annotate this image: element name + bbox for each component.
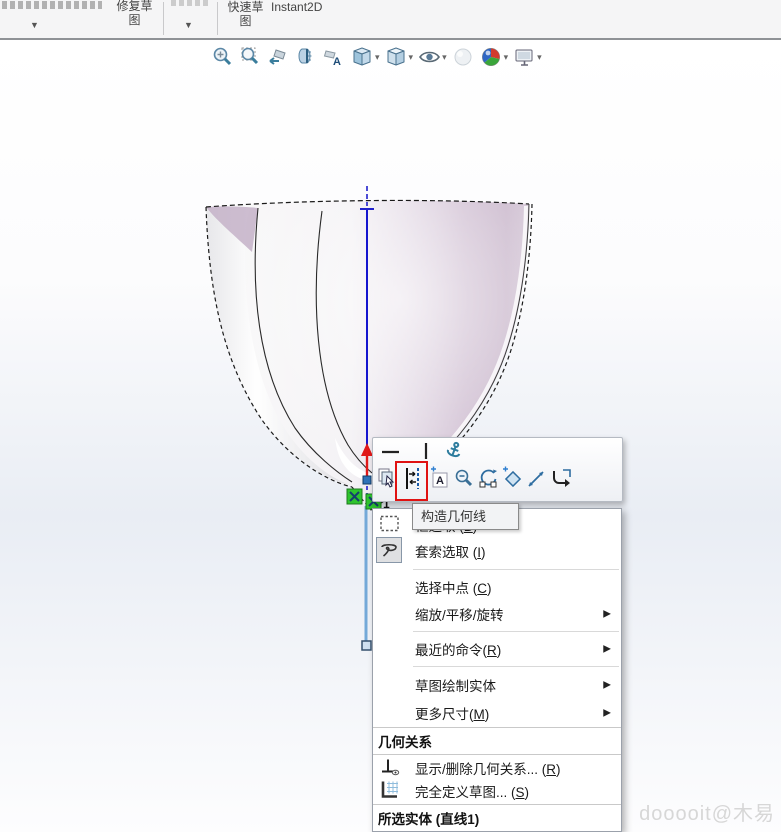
view-settings-button[interactable]: ▾ — [512, 45, 543, 70]
replace-entity-button[interactable] — [477, 466, 500, 497]
ribbon-bottom-border — [0, 38, 781, 40]
note-button[interactable]: A — [428, 466, 451, 497]
menu-item-sketch-entities[interactable]: 草图绘制实体 ▶ — [373, 671, 621, 698]
section-view-icon — [298, 48, 312, 64]
ribbon-clipped-mid-button[interactable]: ▼ — [166, 0, 215, 38]
box-select-icon — [379, 513, 401, 536]
zoom-to-fit-button[interactable] — [210, 45, 235, 70]
dimension-icon — [528, 471, 544, 487]
hide-show-items-button[interactable]: ▾ — [417, 45, 448, 70]
rapid-sketch-label-line1: 快速草 — [227, 0, 264, 14]
chevron-down-icon[interactable]: ▾ — [442, 52, 447, 63]
ribbon-strip: ▼ 修复草 图 ▼ 快速草 图 Instant2D — [0, 0, 781, 38]
view-orientation-button[interactable]: ▾ — [350, 45, 381, 70]
sketch-pattern-button[interactable] — [501, 466, 524, 497]
magnifier-minus-icon — [455, 469, 473, 487]
menu-separator — [413, 631, 619, 632]
appearance-sphere-icon — [454, 48, 472, 66]
chevron-down-icon[interactable]: ▼ — [184, 20, 193, 30]
chevron-down-icon[interactable]: ▾ — [409, 52, 414, 63]
ribbon-clipped-left-button[interactable]: ▼ — [0, 0, 106, 38]
annotation-view-icon: A — [323, 50, 341, 68]
submenu-arrow-icon: ▶ — [603, 707, 611, 718]
menu-item-display-delete-relations[interactable]: 显示/删除几何关系... (R) — [373, 756, 621, 779]
edit-appearance-button[interactable] — [451, 45, 476, 70]
svg-text:A: A — [333, 56, 341, 68]
context-menu: 框选取 (B) 套索选取 (I) 选择中点 (C) 缩放/平移/旋转 ▶ 最近的… — [372, 508, 622, 832]
menu-header-selected-entity: 所选实体 (直线1) — [378, 812, 480, 827]
highlight-box — [395, 461, 428, 501]
menu-item-zoom-pan-rotate[interactable]: 缩放/平移/旋转 ▶ — [373, 600, 621, 627]
instant2d-label: Instant2D — [271, 0, 323, 14]
menu-item-more-dimensions[interactable]: 更多尺寸(M) ▶ — [373, 699, 621, 726]
chevron-down-icon[interactable]: ▾ — [504, 52, 509, 63]
menu-item-lasso-select[interactable]: 套索选取 (I) — [373, 537, 621, 565]
heads-up-toolbar: A ▾ ▾ ▾ ▾ ▾ — [210, 44, 543, 71]
submenu-arrow-icon: ▶ — [603, 608, 611, 619]
menu-item-select-midpoint[interactable]: 选择中点 (C) — [373, 573, 621, 600]
view-orientation-icon — [353, 47, 371, 66]
replace-entity-icon — [479, 469, 497, 488]
magnified-selection-button[interactable] — [453, 466, 476, 497]
ribbon-separator — [217, 2, 218, 35]
menu-separator — [373, 754, 621, 755]
scene-ball-icon — [481, 48, 500, 66]
display-style-button[interactable]: ▾ — [384, 45, 415, 70]
display-delete-relations-icon — [379, 756, 401, 779]
menu-header-relations: 几何关系 — [378, 735, 432, 750]
rapid-sketch-label-line2: 图 — [239, 14, 252, 28]
ribbon-rapid-sketch-button[interactable]: 快速草 图 — [220, 0, 271, 38]
chevron-down-icon[interactable]: ▾ — [375, 52, 380, 63]
submenu-arrow-icon: ▶ — [603, 679, 611, 690]
line-endpoint-handle[interactable] — [362, 475, 372, 485]
eye-icon — [419, 51, 441, 63]
apply-scene-button[interactable]: ▾ — [479, 45, 510, 70]
monitor-icon — [515, 49, 533, 66]
menu-item-fully-define-sketch[interactable]: 完全定义草图... (S) — [373, 779, 621, 802]
watermark: dooooit@木易 — [639, 803, 775, 825]
zoom-to-fit-icon — [213, 47, 232, 66]
ribbon-instant2d-button[interactable]: Instant2D — [271, 0, 341, 38]
chevron-down-icon[interactable]: ▾ — [537, 52, 542, 63]
display-style-icon — [387, 47, 405, 66]
svg-text:A: A — [436, 475, 444, 487]
section-view-button[interactable] — [294, 45, 319, 70]
annotation-view-button[interactable]: A — [322, 45, 347, 70]
clipped-label-strokes — [2, 1, 102, 9]
tooltip-text: 构造几何线 — [421, 509, 487, 524]
tooltip: 构造几何线 — [412, 503, 519, 530]
menu-separator — [413, 569, 619, 570]
zoom-to-area-button[interactable] — [238, 45, 263, 70]
fully-define-sketch-icon — [379, 779, 401, 802]
repair-sketch-label-line2: 图 — [128, 13, 141, 27]
exit-sketch-icon — [553, 469, 571, 487]
menu-item-recent-commands[interactable]: 最近的命令(R) ▶ — [373, 635, 621, 662]
previous-view-icon — [269, 49, 286, 65]
exit-sketch-button[interactable] — [549, 466, 575, 497]
ribbon-repair-sketch-button[interactable]: 修复草 图 — [108, 0, 161, 38]
make-horizontal-icon — [382, 450, 399, 454]
fix-button[interactable] — [443, 440, 465, 467]
anchor-icon — [446, 441, 461, 457]
zoom-to-area-icon — [241, 47, 259, 65]
previous-view-button[interactable] — [266, 45, 291, 70]
menu-separator — [413, 666, 619, 667]
lasso-select-icon — [376, 537, 402, 563]
clipped-label-strokes — [171, 0, 209, 6]
line-bottom-handle[interactable] — [361, 640, 372, 651]
repair-sketch-label-line1: 修复草 — [116, 0, 153, 13]
note-icon: A — [431, 466, 448, 488]
make-vertical-icon — [424, 443, 428, 459]
dimension-button[interactable] — [525, 466, 548, 497]
ribbon-separator — [163, 2, 164, 35]
chevron-down-icon[interactable]: ▼ — [30, 20, 39, 30]
submenu-arrow-icon: ▶ — [603, 643, 611, 654]
sketch-pattern-icon — [503, 466, 522, 488]
